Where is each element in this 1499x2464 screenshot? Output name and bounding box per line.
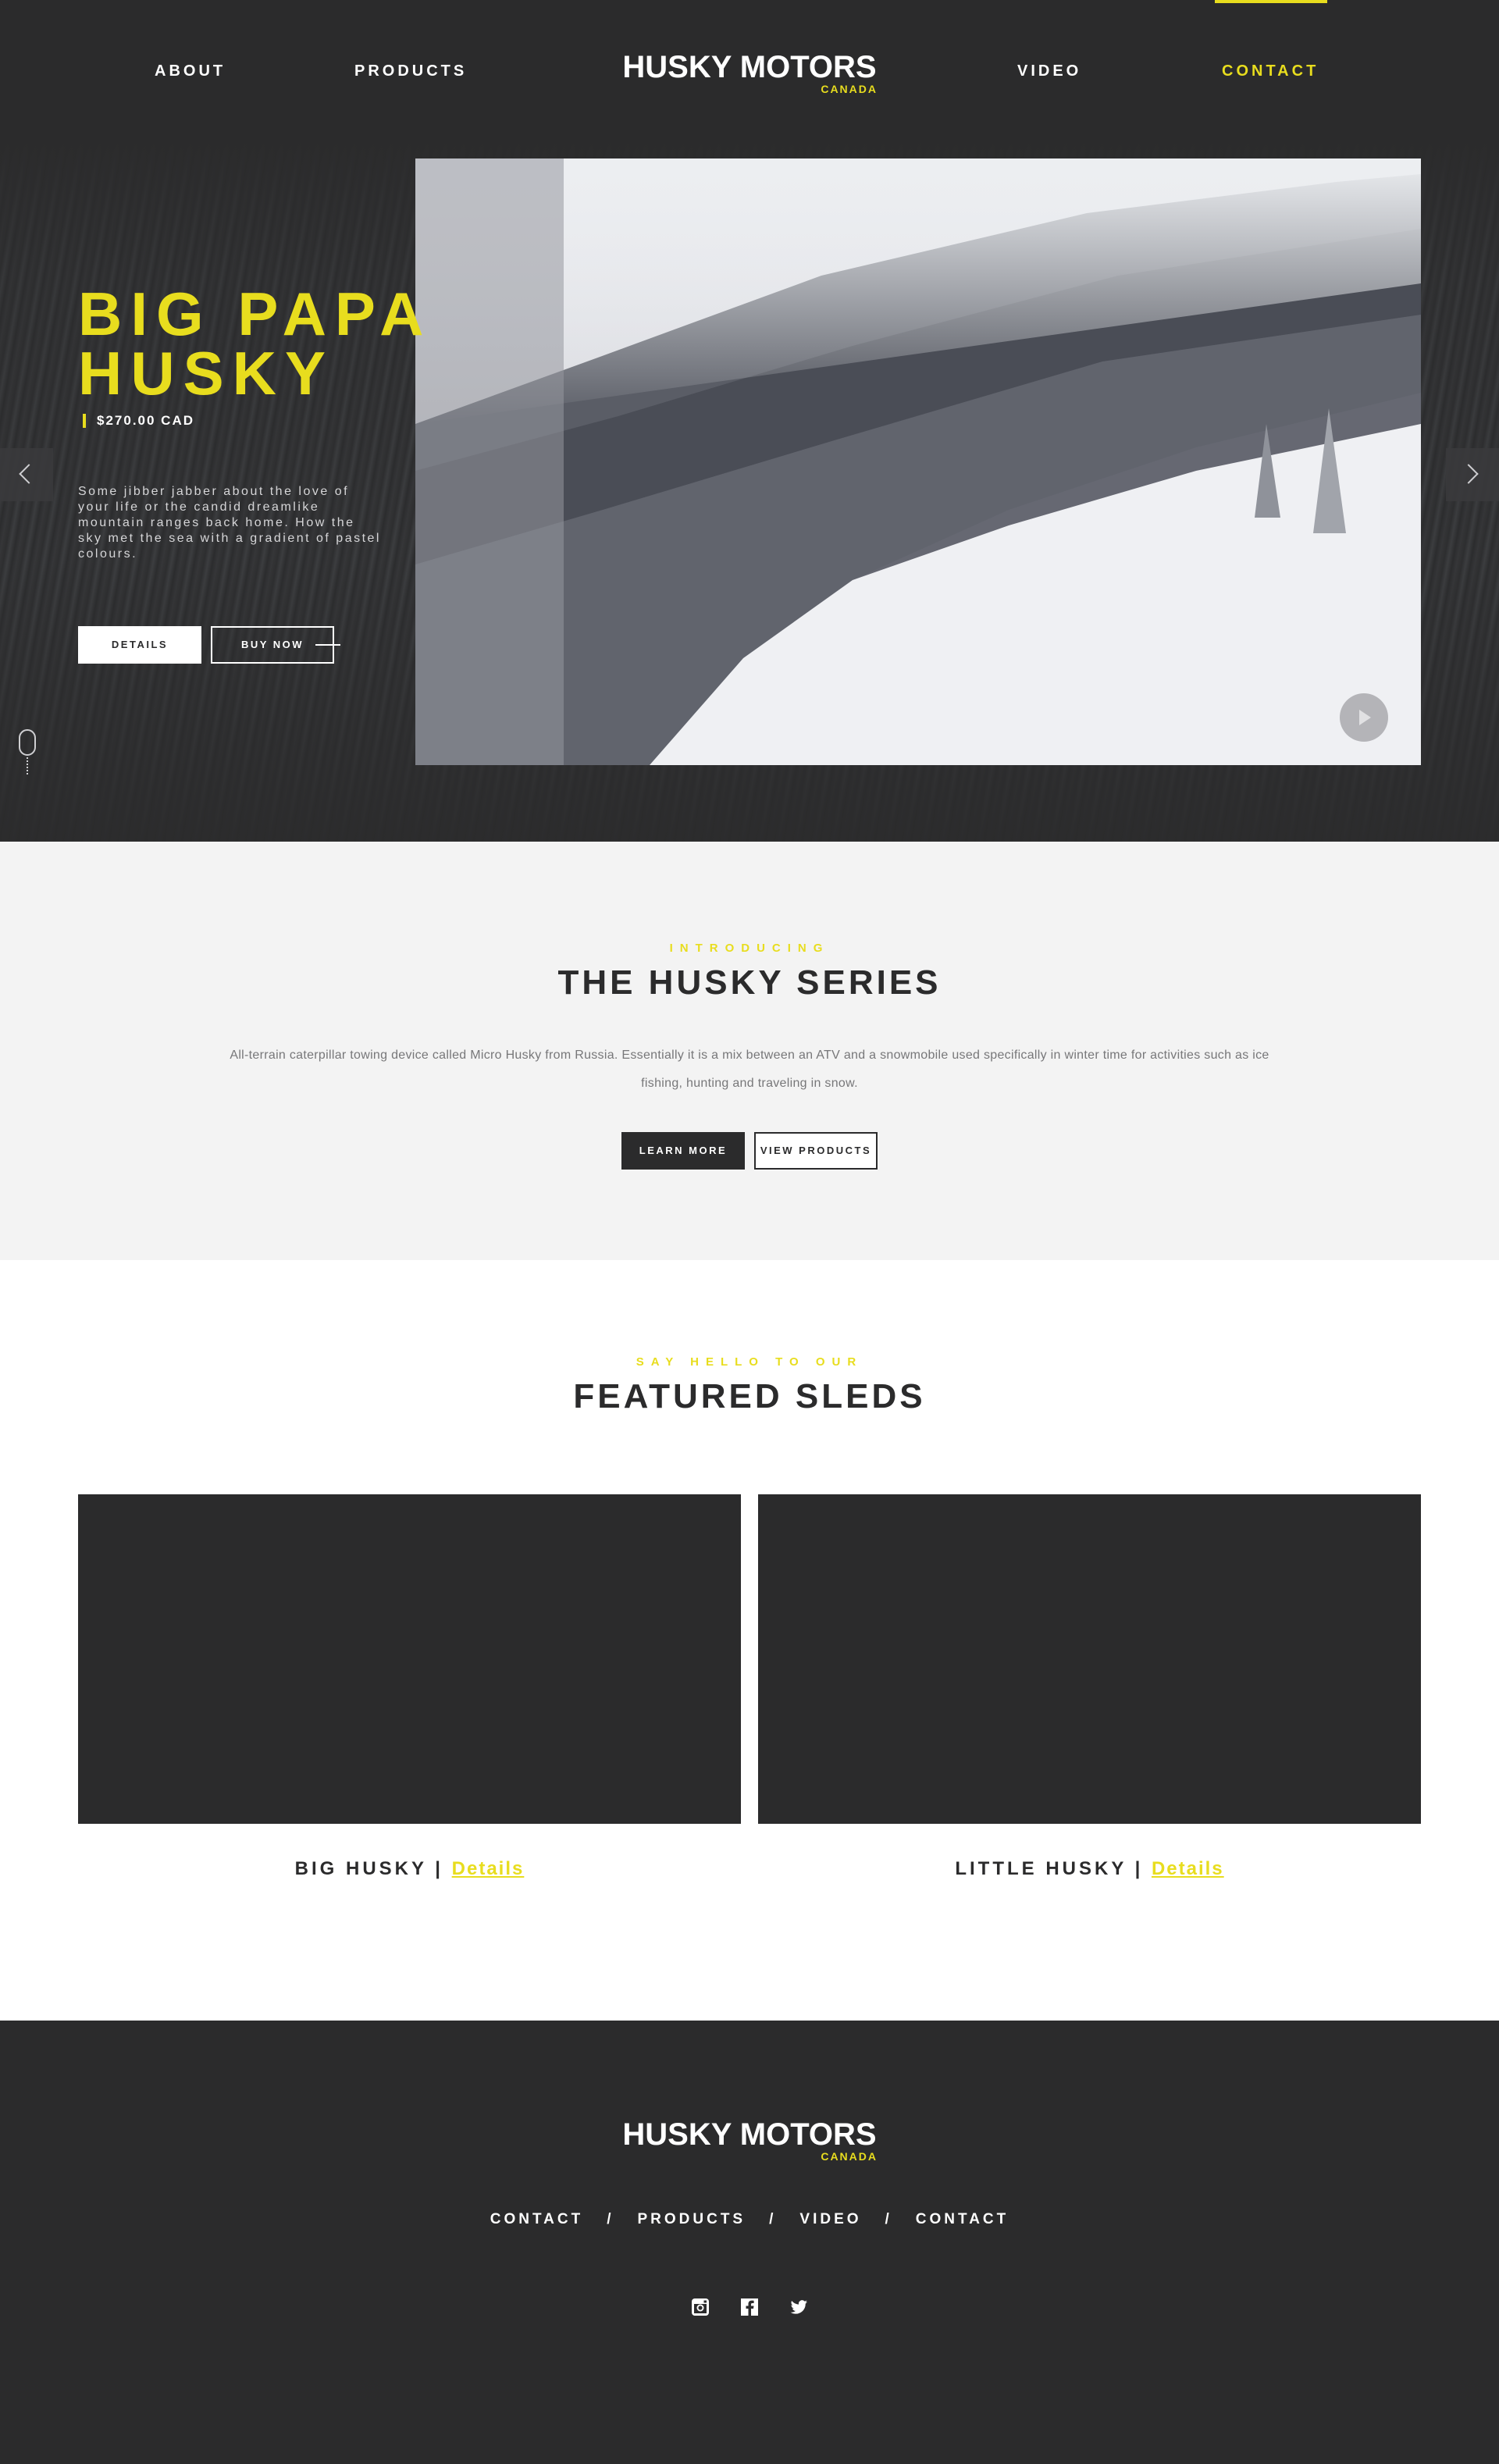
buy-now-label: BUY NOW xyxy=(240,639,304,650)
footer-nav-separator: / xyxy=(607,2211,614,2227)
brand-subtitle: CANADA xyxy=(821,83,878,95)
footer-brand-logo[interactable]: HUSKY MOTORS CANADA xyxy=(618,2117,881,2163)
hero-title: BIG PAPA HUSKY xyxy=(78,280,515,408)
footer-nav-separator: / xyxy=(885,2211,892,2227)
sled-details-link[interactable]: Details xyxy=(1152,1858,1224,1879)
slider-next-button[interactable] xyxy=(1446,448,1499,501)
footer-nav-video[interactable]: VIDEO xyxy=(799,2211,861,2227)
footer-nav-separator: / xyxy=(769,2211,777,2227)
hero-section: ABOUT PRODUCTS HUSKY MOTORS CANADA VIDEO… xyxy=(0,0,1499,842)
snowy-forest-illustration xyxy=(415,158,1421,765)
sled-card-image-big-husky[interactable] xyxy=(78,1494,741,1824)
hero-price: $270.00 CAD xyxy=(83,414,194,428)
slider-prev-button[interactable] xyxy=(0,448,53,501)
details-button[interactable]: DETAILS xyxy=(78,626,201,664)
intro-section: INTRODUCING THE HUSKY SERIES All-terrain… xyxy=(0,842,1499,1260)
sled-name: BIG HUSKY xyxy=(294,1858,427,1879)
instagram-icon[interactable] xyxy=(690,2297,710,2317)
view-products-button[interactable]: VIEW PRODUCTS xyxy=(754,1132,878,1170)
sled-name: LITTLE HUSKY xyxy=(955,1858,1127,1879)
hero-slide-image xyxy=(415,158,1421,765)
nav-active-indicator xyxy=(1215,0,1327,3)
scroll-mouse-icon[interactable] xyxy=(19,729,36,756)
chevron-left-icon xyxy=(19,464,39,484)
nav-about[interactable]: ABOUT xyxy=(155,62,226,80)
footer-nav-contact-2[interactable]: CONTACT xyxy=(916,2211,1009,2227)
brand-logo[interactable]: HUSKY MOTORS CANADA xyxy=(618,50,881,95)
play-icon xyxy=(1359,710,1371,725)
hero-title-line2: HUSKY xyxy=(78,339,335,408)
sled-card-image-little-husky[interactable] xyxy=(758,1494,1421,1824)
hero-title-line1: BIG PAPA xyxy=(78,280,433,348)
footer-nav-contact[interactable]: CONTACT xyxy=(490,2211,583,2227)
footer-brand-name: HUSKY MOTORS xyxy=(622,2117,877,2152)
footer-nav: CONTACT / PRODUCTS / VIDEO / CONTACT xyxy=(0,2211,1499,2228)
buy-now-button[interactable]: BUY NOW xyxy=(211,626,340,664)
site-footer: HUSKY MOTORS CANADA CONTACT / PRODUCTS / VID… xyxy=(0,2021,1499,2464)
sled-details-link[interactable]: Details xyxy=(452,1858,525,1879)
footer-nav-products[interactable]: PRODUCTS xyxy=(637,2211,746,2227)
main-nav: ABOUT PRODUCTS HUSKY MOTORS CANADA VIDEO… xyxy=(0,0,1499,141)
caption-separator: | xyxy=(1134,1858,1144,1879)
caption-separator: | xyxy=(435,1858,443,1879)
arrow-line-icon xyxy=(315,644,340,646)
featured-eyebrow: SAY HELLO TO OUR xyxy=(636,1355,863,1369)
learn-more-button[interactable]: LEARN MORE xyxy=(621,1132,745,1170)
intro-title: THE HUSKY SERIES xyxy=(557,963,942,1002)
sled-caption-big-husky: BIG HUSKY | Details xyxy=(78,1858,741,1880)
nav-video[interactable]: VIDEO xyxy=(1017,62,1081,80)
featured-section: SAY HELLO TO OUR FEATURED SLEDS BIG HUSK… xyxy=(0,1260,1499,2021)
intro-text: All-terrain caterpillar towing device ca… xyxy=(230,1049,1269,1090)
chevron-right-icon xyxy=(1458,464,1479,484)
scroll-indicator-dots xyxy=(27,757,28,774)
play-video-button[interactable] xyxy=(1340,693,1388,742)
nav-contact[interactable]: CONTACT xyxy=(1222,62,1319,80)
hero-description: Some jibber jabber about the love of you… xyxy=(78,485,381,561)
featured-title: FEATURED SLEDS xyxy=(573,1377,926,1415)
slide-image-overlay xyxy=(415,158,564,765)
footer-brand-subtitle: CANADA xyxy=(821,2150,878,2163)
brand-name: HUSKY MOTORS xyxy=(622,50,877,84)
twitter-icon[interactable] xyxy=(789,2297,809,2317)
intro-eyebrow: INTRODUCING xyxy=(669,942,830,955)
nav-products[interactable]: PRODUCTS xyxy=(354,62,467,80)
facebook-icon[interactable] xyxy=(739,2297,760,2317)
sled-caption-little-husky: LITTLE HUSKY | Details xyxy=(758,1858,1421,1880)
